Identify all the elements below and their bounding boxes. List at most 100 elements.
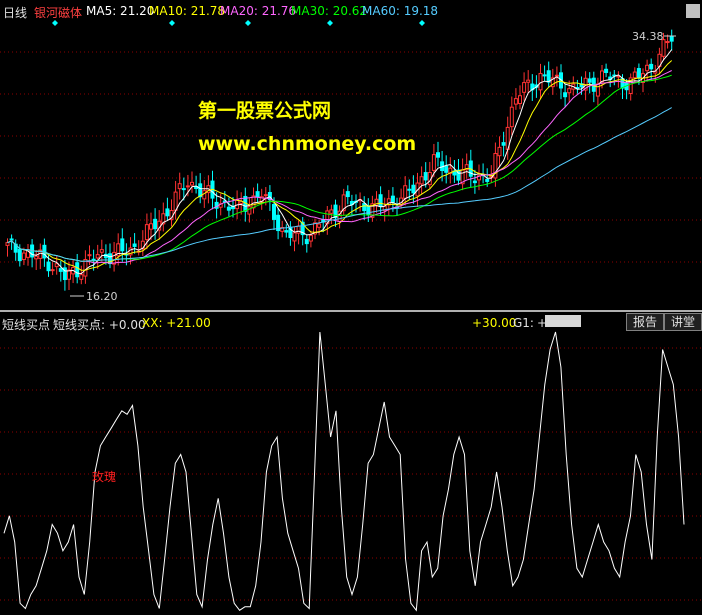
candle-body (235, 199, 240, 210)
indicator-chart[interactable] (0, 312, 702, 615)
candle-body (304, 238, 309, 245)
price-header: 日线 银河磁体 MA5: 21.20 MA10: 21.78 MA20: 21.… (0, 0, 702, 20)
candle-body (431, 154, 436, 171)
ma60-line (7, 107, 672, 262)
candle-body (501, 142, 506, 146)
candle-body (403, 185, 408, 199)
candle-body (436, 152, 440, 158)
candle-body (378, 194, 383, 207)
candle-body (423, 172, 428, 181)
candle-body (587, 78, 592, 83)
marker-diamond (245, 20, 251, 26)
xx-value: XX: +21.00 (142, 316, 211, 330)
candle-body (513, 98, 518, 105)
candle-body (58, 268, 63, 272)
candle-body (83, 258, 88, 277)
candle-body (17, 248, 22, 262)
candle-body (329, 209, 334, 214)
candle-body (567, 88, 572, 94)
candle-body (292, 232, 297, 242)
ma5-label: MA5: 21.20 (86, 4, 155, 18)
marker-diamond (169, 20, 175, 26)
candle-body (190, 181, 194, 186)
candle-body (538, 72, 543, 91)
candle-body (563, 92, 568, 98)
candle-body (120, 238, 125, 252)
candle-body (75, 262, 80, 278)
indicator-annotation: 玫瑰 (92, 470, 117, 484)
candle-body (485, 178, 490, 182)
candle-body (181, 188, 186, 191)
candle-body (79, 274, 84, 280)
candle-body (362, 203, 367, 212)
candle-body (132, 243, 137, 247)
candle-body (645, 64, 650, 72)
price-chart-panel[interactable]: 34.38 16.20 日线 银河磁体 MA5: 21.20 MA10: 21.7… (0, 0, 702, 310)
candle-body (407, 188, 412, 191)
watermark-url: www.chnmoney.com (198, 133, 417, 155)
candle-body (542, 74, 547, 77)
candle-body (255, 191, 260, 198)
candle-body (669, 36, 674, 42)
candle-body (296, 225, 301, 234)
candle-body (99, 249, 104, 253)
ma30-line (7, 74, 672, 262)
candle-body (317, 223, 322, 228)
candle-body (308, 234, 313, 242)
candle-body (444, 165, 449, 173)
candle-body (390, 195, 395, 203)
candle-body (95, 254, 100, 259)
candle-body (526, 79, 531, 83)
candle-body (411, 184, 416, 194)
candle-body (153, 218, 158, 230)
tab-comment[interactable]: 讲堂 (664, 313, 702, 331)
candle-body (522, 82, 527, 93)
marker-diamond (327, 20, 333, 26)
candle-body (554, 74, 559, 77)
candle-body (497, 146, 502, 157)
stock-name: 银河磁体 (34, 6, 83, 20)
high-price-label: 34.38 (632, 30, 664, 43)
low-price-label: 16.20 (86, 290, 118, 303)
candle-body (272, 203, 276, 220)
g1-label: G1: (513, 316, 534, 330)
candle-body (247, 206, 252, 215)
candle-body (649, 63, 654, 70)
candle-body (46, 261, 51, 272)
candle-body (173, 191, 178, 211)
candle-body (165, 208, 170, 217)
candle-body (518, 95, 522, 105)
indicator-value: 短线买点: +0.00 (53, 318, 146, 332)
candle-body (595, 83, 600, 97)
ma10-label: MA10: 21.78 (149, 4, 226, 18)
ma60-label: MA60: 19.18 (362, 4, 439, 18)
candle-body (366, 205, 371, 216)
candle-body (665, 41, 670, 44)
candle-body (87, 254, 92, 257)
candle-body (419, 176, 424, 185)
panel-close-button[interactable] (686, 4, 700, 18)
candle-body (50, 269, 55, 272)
candle-body (144, 224, 149, 241)
tab-report[interactable]: 报告 (626, 313, 665, 331)
candle-body (263, 194, 268, 197)
candle-body (472, 180, 477, 184)
candle-body (91, 258, 96, 261)
indicator-panel[interactable]: 短线买点 短线买点: +0.00 XX: +21.00 +30.00 G1: +… (0, 312, 702, 615)
ma10-line (7, 60, 673, 271)
candle-body (149, 223, 153, 230)
ma30-label: MA30: 20.62 (291, 4, 368, 18)
candle-body (284, 230, 289, 233)
ma20-label: MA20: 21.76 (220, 4, 297, 18)
candle-body (21, 252, 26, 261)
candlestick-chart[interactable]: 34.38 16.20 (0, 0, 702, 310)
candle-body (185, 185, 190, 188)
indicator-name: 短线买点 (2, 318, 51, 332)
candle-body (632, 71, 637, 79)
candle-body (509, 106, 514, 128)
ma20-line (7, 70, 672, 264)
period-label[interactable]: 日线 (3, 4, 27, 21)
indicator-header: 短线买点 短线买点: +0.00 XX: +21.00 +30.00 G1: + (0, 312, 702, 332)
marker-diamond (419, 20, 425, 26)
candle-body (636, 68, 641, 79)
